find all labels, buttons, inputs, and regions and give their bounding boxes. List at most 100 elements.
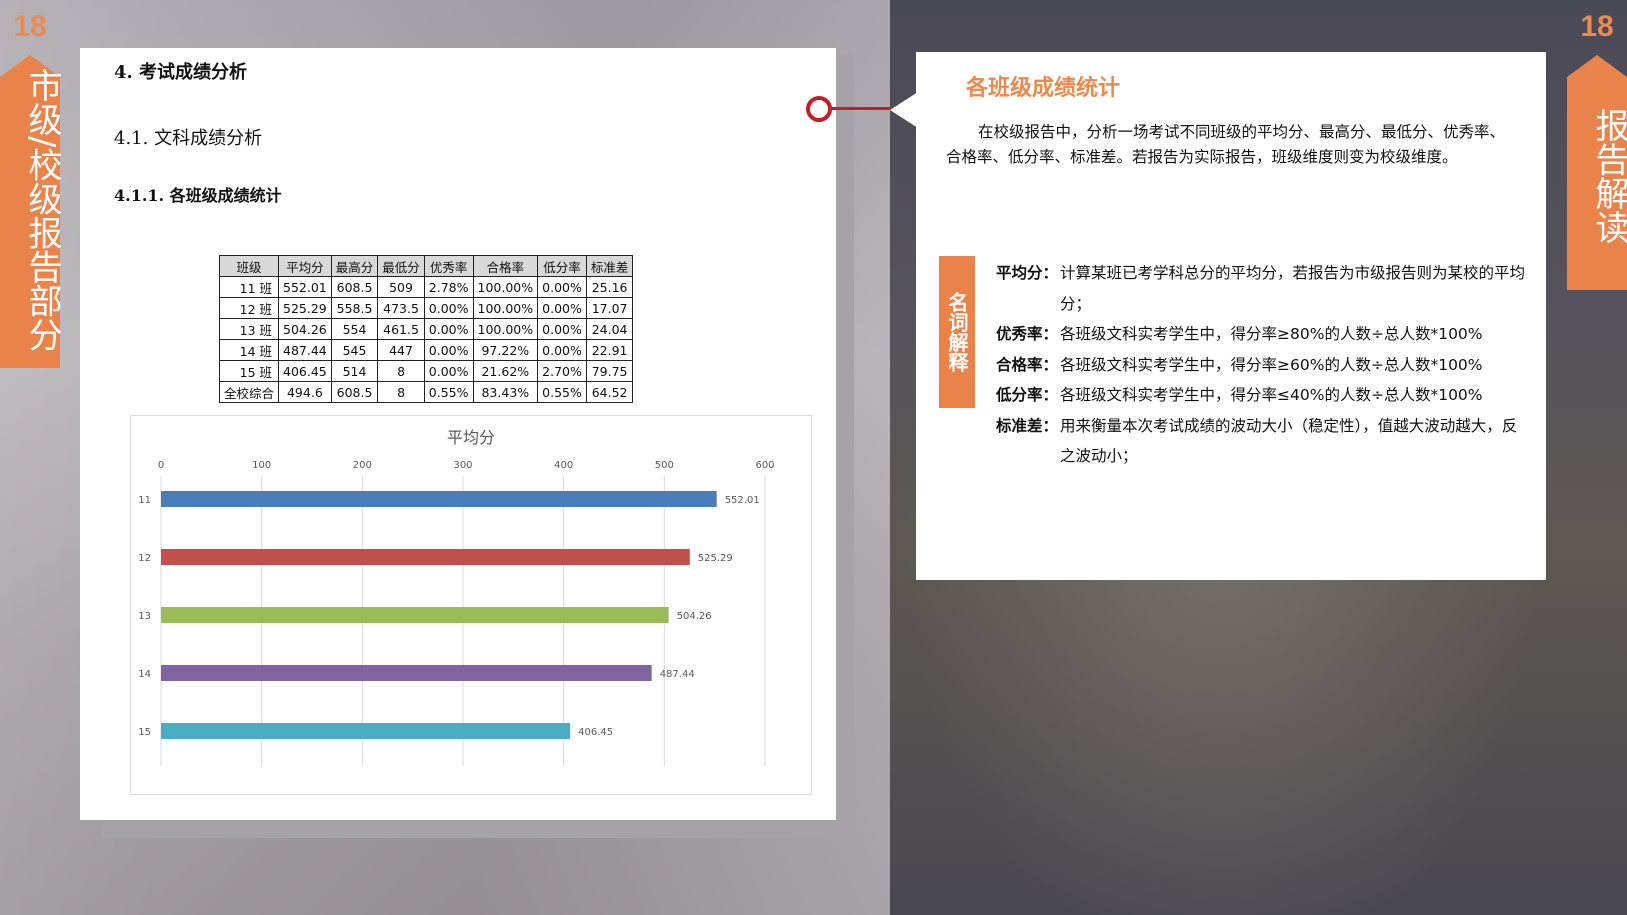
glossary-item: 标准差：用来衡量本次考试成绩的波动大小（稳定性），值越大波动越大，反之波动小；	[996, 411, 1532, 472]
table-cell: 0.00%	[537, 276, 587, 298]
table-cell: 97.22%	[472, 339, 539, 361]
table-cell: 8	[377, 360, 425, 382]
table-row: 14 班 487.44 545 447 0.00% 97.22% 0.00% 22.91	[218, 339, 634, 361]
glossary-definition: 各班级文科实考学生中，得分率≥80%的人数÷总人数*100%	[1060, 325, 1483, 343]
table-row-label: 11 班	[218, 276, 280, 298]
chart-title: 平均分	[447, 428, 495, 447]
chart-bar	[161, 607, 669, 623]
table-row-label: 14 班	[218, 339, 280, 361]
glossary-term: 合格率	[996, 355, 1043, 374]
glossary-separator: ：	[1042, 416, 1059, 435]
chart-x-tick-label: 100	[252, 460, 271, 471]
table-cell: 24.04	[585, 318, 634, 340]
table-cell: 0.00%	[423, 318, 474, 340]
chart-data-label: 552.01	[725, 495, 760, 506]
glossary-term: 低分率	[996, 386, 1043, 404]
chart-category-label: 11	[138, 495, 151, 506]
table-cell: 447	[377, 339, 425, 361]
chart-category-label: 14	[138, 669, 151, 680]
class-stats-table: 班级 平均分 最高分 最低分 优秀率 合格率 低分率 标准差 11 班 552.01 608.5 5…	[218, 255, 634, 403]
table-header-cell: 最低分	[377, 255, 425, 277]
table-cell: 25.16	[585, 276, 634, 298]
table-header-row: 班级 平均分 最高分 最低分 优秀率 合格率 低分率 标准差	[218, 255, 634, 277]
table-row-label: 15 班	[218, 360, 280, 382]
glossary-separator: ：	[1042, 355, 1059, 374]
table-row-label: 全校综合	[218, 381, 280, 403]
table-cell: 406.45	[278, 360, 332, 382]
table-cell: 0.00%	[423, 360, 474, 382]
chart-data-label: 504.26	[677, 611, 712, 622]
document-page: 4. 考试成绩分析 4.1. 文科成绩分析 4.1.1. 各班级成绩统计 班级平…	[80, 48, 836, 820]
interpretation-panel: 各班级成绩统计 在校级报告中，分析一场考试不同班级的平均分、最高分、最低分、优秀…	[916, 52, 1546, 580]
glossary-term: 平均分	[996, 264, 1043, 282]
glossary-term: 优秀率	[996, 325, 1043, 343]
table-cell: 64.52	[585, 381, 634, 403]
glossary-definition: 各班级文科实考学生中，得分率≥60%的人数÷总人数*100%	[1060, 355, 1483, 374]
table-header-cell: 平均分	[278, 255, 332, 277]
chart-bar	[161, 491, 717, 507]
right-section-tab: 18 报告解读	[1567, 0, 1627, 290]
page-number-left: 18	[13, 10, 47, 43]
chart-category-label: 13	[138, 611, 151, 622]
table-cell: 2.70%	[537, 360, 587, 382]
chart-data-label: 487.44	[660, 669, 695, 680]
table-row-label: 13 班	[218, 318, 280, 340]
table-cell: 494.6	[278, 381, 332, 403]
table-cell: 0.00%	[423, 297, 474, 319]
table-row: 12 班 525.29 558.5 473.5 0.00% 100.00% 0.00% 17.…	[218, 297, 634, 319]
chart-data-label: 406.45	[578, 727, 613, 738]
table-cell: 21.62%	[472, 360, 539, 382]
table-row: 全校综合 494.6 608.5 8 0.55% 83.43% 0.55% 64.52	[218, 381, 634, 403]
table-cell: 100.00%	[472, 318, 539, 340]
table-cell: 509	[377, 276, 425, 298]
left-tab-label: 市级/校级报告部分	[22, 68, 62, 352]
glossary-item: 优秀率：各班级文科实考学生中，得分率≥80%的人数÷总人数*100%	[996, 319, 1532, 350]
panel-intro: 在校级报告中，分析一场考试不同班级的平均分、最高分、最低分、优秀率、合格率、低分…	[946, 123, 1506, 166]
glossary-separator: ：	[1042, 264, 1059, 282]
table-cell: 525.29	[278, 297, 332, 319]
glossary-separator: ：	[1042, 325, 1059, 343]
table-cell: 0.00%	[537, 297, 587, 319]
average-score-chart: 平均分 0 100 200 300 400 500 600 11 552.01 12 525.29 13…	[130, 415, 812, 795]
heading-level2: 4.1. 文科成绩分析	[114, 128, 263, 149]
table-header-cell: 合格率	[472, 255, 539, 277]
glossary-definition: 用来衡量本次考试成绩的波动大小（稳定性），值越大波动越大，反之波动小；	[1060, 416, 1518, 466]
chart-data-label: 525.29	[698, 553, 733, 564]
chart-bar	[161, 723, 571, 739]
table-cell: 558.5	[330, 297, 379, 319]
chart-bar	[161, 549, 690, 565]
glossary-definition: 计算某班已考学科总分的平均分，若报告为市级报告则为某校的平均分；	[1060, 264, 1526, 313]
chart-x-tick-label: 400	[554, 460, 573, 471]
panel-title: 各班级成绩统计	[966, 76, 1121, 101]
table-cell: 0.00%	[537, 339, 587, 361]
table-cell: 608.5	[330, 276, 379, 298]
heading-level1: 4. 考试成绩分析	[114, 62, 248, 83]
table-cell: 100.00%	[472, 297, 539, 319]
glossary-item: 低分率：各班级文科实考学生中，得分率≤40%的人数÷总人数*100%	[996, 380, 1532, 411]
glossary-label: 名词解释	[939, 256, 975, 408]
page-number-right: 18	[1580, 10, 1614, 43]
table-header-cell: 优秀率	[423, 255, 474, 277]
table-header-cell: 班级	[218, 255, 280, 277]
chart-category-label: 15	[138, 727, 151, 738]
glossary-separator: ：	[1042, 386, 1059, 404]
table-cell: 552.01	[278, 276, 332, 298]
glossary-item: 合格率：各班级文科实考学生中，得分率≥60%的人数÷总人数*100%	[996, 350, 1532, 381]
glossary-definition: 各班级文科实考学生中，得分率≤40%的人数÷总人数*100%	[1060, 386, 1483, 404]
table-row: 13 班 504.26 554 461.5 0.00% 100.00% 0.00% 24.04	[218, 318, 634, 340]
table-cell: 22.91	[585, 339, 634, 361]
glossary-term: 标准差	[996, 416, 1043, 435]
chart-x-tick-label: 300	[453, 460, 472, 471]
table-cell: 461.5	[377, 318, 425, 340]
chart-svg: 平均分 0 100 200 300 400 500 600 11 552.01 12 525.29 13…	[138, 428, 775, 766]
table-cell: 545	[330, 339, 379, 361]
table-header-cell: 标准差	[585, 255, 634, 277]
chart-category-label: 12	[138, 553, 151, 564]
connector-ring	[806, 96, 832, 122]
chart-bar	[161, 665, 652, 681]
chart-x-tick-label: 200	[353, 460, 372, 471]
table-cell: 608.5	[330, 381, 379, 403]
chart-x-tick-label: 500	[655, 460, 674, 471]
table-cell: 83.43%	[472, 381, 539, 403]
table-cell: 100.00%	[472, 276, 539, 298]
